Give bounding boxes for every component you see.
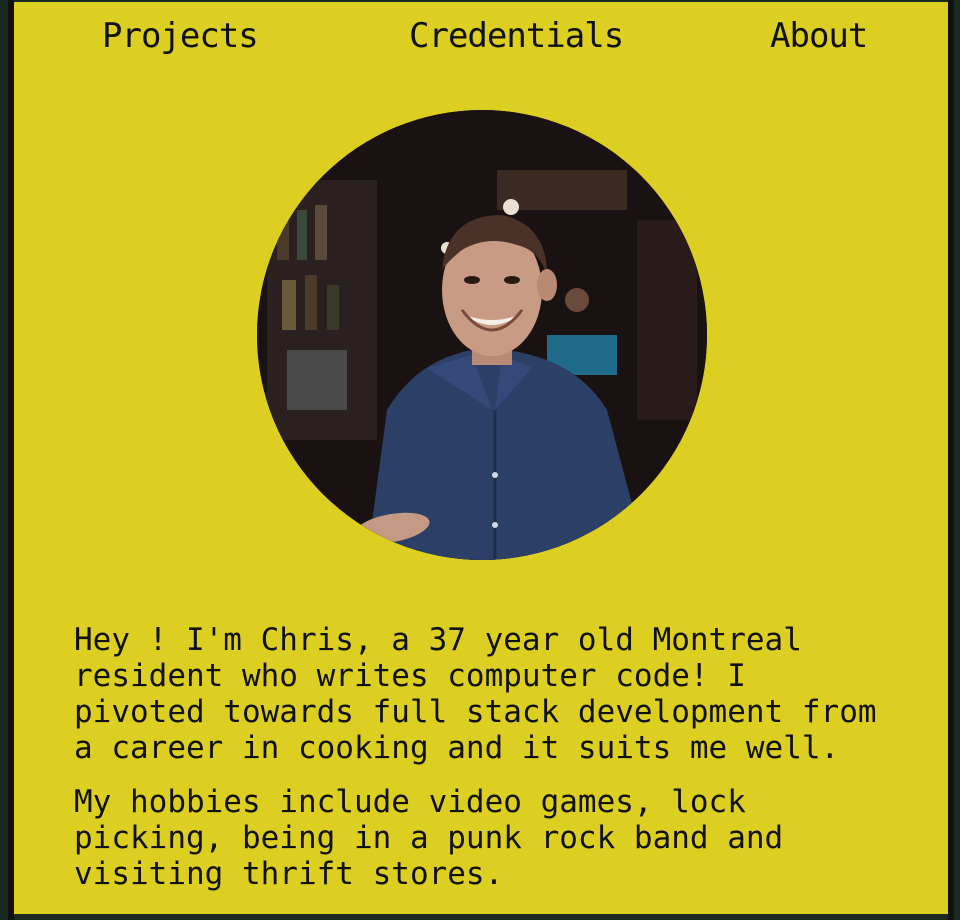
main-nav: Projects Credentials About bbox=[14, 16, 948, 66]
nav-link-projects[interactable]: Projects bbox=[102, 16, 259, 56]
profile-photo-illustration bbox=[257, 110, 707, 560]
bio-section: Hey ! I'm Chris, a 37 year old Montreal … bbox=[74, 622, 894, 910]
nav-link-credentials[interactable]: Credentials bbox=[409, 16, 624, 56]
bio-paragraph-intro: Hey ! I'm Chris, a 37 year old Montreal … bbox=[74, 622, 877, 766]
profile-photo bbox=[257, 110, 707, 560]
bio-paragraph-hobbies: My hobbies include video games, lock pic… bbox=[74, 784, 784, 892]
nav-link-about[interactable]: About bbox=[770, 16, 868, 56]
right-border bbox=[948, 0, 954, 920]
page-frame: Projects Credentials About Hey ! I'm Chr… bbox=[0, 0, 960, 920]
page-content: Projects Credentials About Hey ! I'm Chr… bbox=[14, 2, 948, 914]
